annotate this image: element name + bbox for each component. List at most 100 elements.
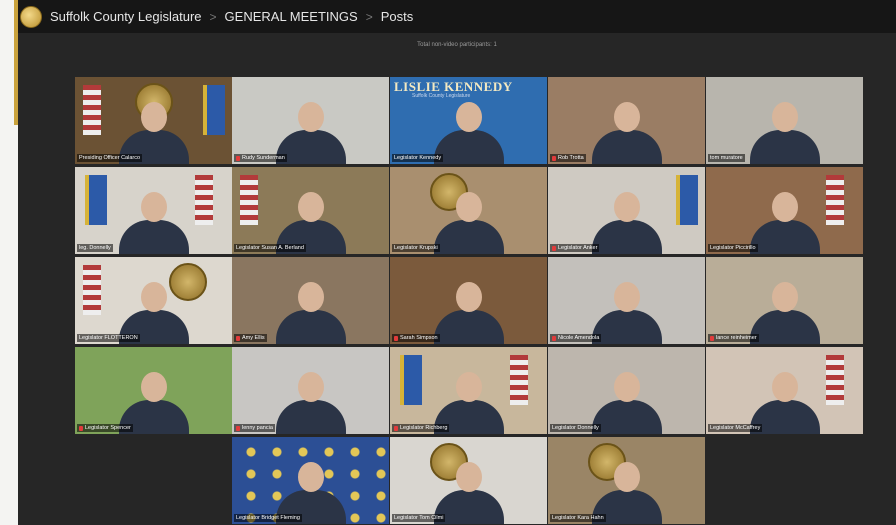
participant-head bbox=[140, 282, 167, 312]
participant-name: Legislator Richberg bbox=[400, 425, 448, 431]
participant-body bbox=[275, 400, 346, 434]
muted-mic-icon bbox=[394, 425, 398, 431]
participant-silhouette bbox=[591, 100, 662, 164]
participant-name-label: Legislator Krupski bbox=[392, 244, 440, 252]
participant-tile[interactable]: Legislator FLOTTERON bbox=[75, 257, 232, 344]
muted-mic-icon bbox=[236, 155, 240, 161]
participant-body bbox=[749, 220, 820, 254]
american-flag-icon bbox=[826, 175, 844, 225]
participant-tile[interactable]: Legislator Donnelly bbox=[548, 347, 705, 434]
participant-name-label: Legislator Susan A. Berland bbox=[234, 244, 306, 252]
participant-tile[interactable]: tom muratore bbox=[706, 77, 863, 164]
participant-tile[interactable]: Legislator Krupski bbox=[390, 167, 547, 254]
participant-name: Legislator Anker bbox=[558, 245, 598, 251]
participant-tile[interactable]: Rudy Sunderman bbox=[232, 77, 389, 164]
participant-silhouette bbox=[433, 280, 504, 344]
participant-name-label: lance reinheimer bbox=[708, 334, 759, 342]
participant-tile[interactable]: lance reinheimer bbox=[706, 257, 863, 344]
participant-silhouette bbox=[591, 280, 662, 344]
participant-tile[interactable]: Rob Trotta bbox=[548, 77, 705, 164]
participant-head bbox=[455, 282, 482, 312]
participant-tile[interactable]: leg. Donnelly bbox=[75, 167, 232, 254]
participant-body bbox=[433, 220, 504, 254]
participant-name-label: Legislator Donnelly bbox=[550, 424, 601, 432]
participant-name: lance reinheimer bbox=[716, 335, 757, 341]
participant-name-label: Legislator McCaffrey bbox=[708, 424, 763, 432]
participant-tile[interactable]: Legislator Bridget Fleming bbox=[232, 437, 389, 524]
breadcrumb-general-meetings[interactable]: GENERAL MEETINGS bbox=[225, 9, 358, 24]
participant-tile[interactable]: Sarah Simpson bbox=[390, 257, 547, 344]
participant-tile[interactable]: LISLIE KENNEDY Suffolk County Legislature… bbox=[390, 77, 547, 164]
participant-tile[interactable]: Amy Ellis bbox=[232, 257, 389, 344]
participant-tile[interactable]: Legislator Kara Hahn bbox=[548, 437, 705, 524]
participant-tile[interactable]: lenny pancia bbox=[232, 347, 389, 434]
participant-name-label: lenny pancia bbox=[234, 424, 275, 432]
participant-name-label: Legislator Piccirillo bbox=[708, 244, 758, 252]
participant-tile[interactable]: Legislator Spencer bbox=[75, 347, 232, 434]
american-flag-icon bbox=[83, 265, 101, 315]
participant-tile[interactable]: Nicole Amendola bbox=[548, 257, 705, 344]
participant-head bbox=[297, 372, 324, 402]
participant-name: Sarah Simpson bbox=[400, 335, 438, 341]
participant-name: Rob Trotta bbox=[558, 155, 584, 161]
participant-name: Legislator Kara Hahn bbox=[552, 515, 604, 521]
county-seal-icon bbox=[20, 5, 42, 28]
participant-head bbox=[613, 102, 640, 132]
participant-body bbox=[591, 400, 662, 434]
participant-body bbox=[118, 220, 189, 254]
participant-body bbox=[275, 310, 346, 344]
participant-name: Amy Ellis bbox=[242, 335, 265, 341]
participant-name-label: Rob Trotta bbox=[550, 154, 586, 162]
participant-head bbox=[297, 192, 324, 222]
participant-tile[interactable]: Legislator Tom Cilmi bbox=[390, 437, 547, 524]
participant-name-label: leg. Donnelly bbox=[77, 244, 113, 252]
participant-head bbox=[613, 192, 640, 222]
participant-body bbox=[591, 310, 662, 344]
participant-tile[interactable]: Legislator McCaffrey bbox=[706, 347, 863, 434]
breadcrumb-separator: > bbox=[365, 9, 373, 24]
participant-silhouette bbox=[749, 280, 820, 344]
participant-head bbox=[140, 372, 167, 402]
participant-name-label: Legislator Bridget Fleming bbox=[234, 514, 302, 522]
participant-name-label: Legislator Tom Cilmi bbox=[392, 514, 446, 522]
virtual-background-subtitle: Suffolk County Legislature bbox=[412, 93, 471, 99]
breadcrumb-home[interactable]: Suffolk County Legislature bbox=[50, 9, 202, 24]
county-flag-icon bbox=[203, 85, 225, 135]
participant-tile[interactable]: Legislator Piccirillo bbox=[706, 167, 863, 254]
participant-name-label: Legislator FLOTTERON bbox=[77, 334, 140, 342]
participant-silhouette bbox=[275, 280, 346, 344]
muted-mic-icon bbox=[552, 335, 556, 341]
participant-name-label: Legislator Spencer bbox=[77, 424, 133, 432]
muted-mic-icon bbox=[394, 335, 398, 341]
participant-head bbox=[297, 462, 324, 492]
participant-name: Legislator Donnelly bbox=[552, 425, 599, 431]
participant-body bbox=[433, 310, 504, 344]
participant-head bbox=[140, 192, 167, 222]
participant-silhouette bbox=[749, 190, 820, 254]
participant-count-text: Total non-video participants: 1 bbox=[417, 42, 497, 48]
participant-name: leg. Donnelly bbox=[79, 245, 111, 251]
participant-name-label: Nicole Amendola bbox=[550, 334, 602, 342]
participant-tile[interactable]: Presiding Officer Calarco bbox=[75, 77, 232, 164]
breadcrumb-separator: > bbox=[209, 9, 217, 24]
participant-body bbox=[591, 220, 662, 254]
county-flag-icon bbox=[85, 175, 107, 225]
participant-head bbox=[297, 102, 324, 132]
participant-body bbox=[433, 130, 504, 164]
american-flag-icon bbox=[83, 85, 101, 135]
participant-head bbox=[771, 282, 798, 312]
muted-mic-icon bbox=[236, 335, 240, 341]
participant-head bbox=[140, 102, 167, 132]
participant-name-label: tom muratore bbox=[708, 154, 745, 162]
participant-tile[interactable]: Legislator Richberg bbox=[390, 347, 547, 434]
participant-name-label: Legislator Kara Hahn bbox=[550, 514, 606, 522]
muted-mic-icon bbox=[710, 335, 714, 341]
participant-tile[interactable]: Legislator Anker bbox=[548, 167, 705, 254]
participant-head bbox=[613, 462, 640, 492]
participant-name: Nicole Amendola bbox=[558, 335, 600, 341]
participant-tile[interactable]: Legislator Susan A. Berland bbox=[232, 167, 389, 254]
breadcrumb-posts[interactable]: Posts bbox=[381, 9, 414, 24]
county-flag-icon bbox=[400, 355, 422, 405]
participant-name-label: Presiding Officer Calarco bbox=[77, 154, 143, 162]
american-flag-icon bbox=[826, 355, 844, 405]
